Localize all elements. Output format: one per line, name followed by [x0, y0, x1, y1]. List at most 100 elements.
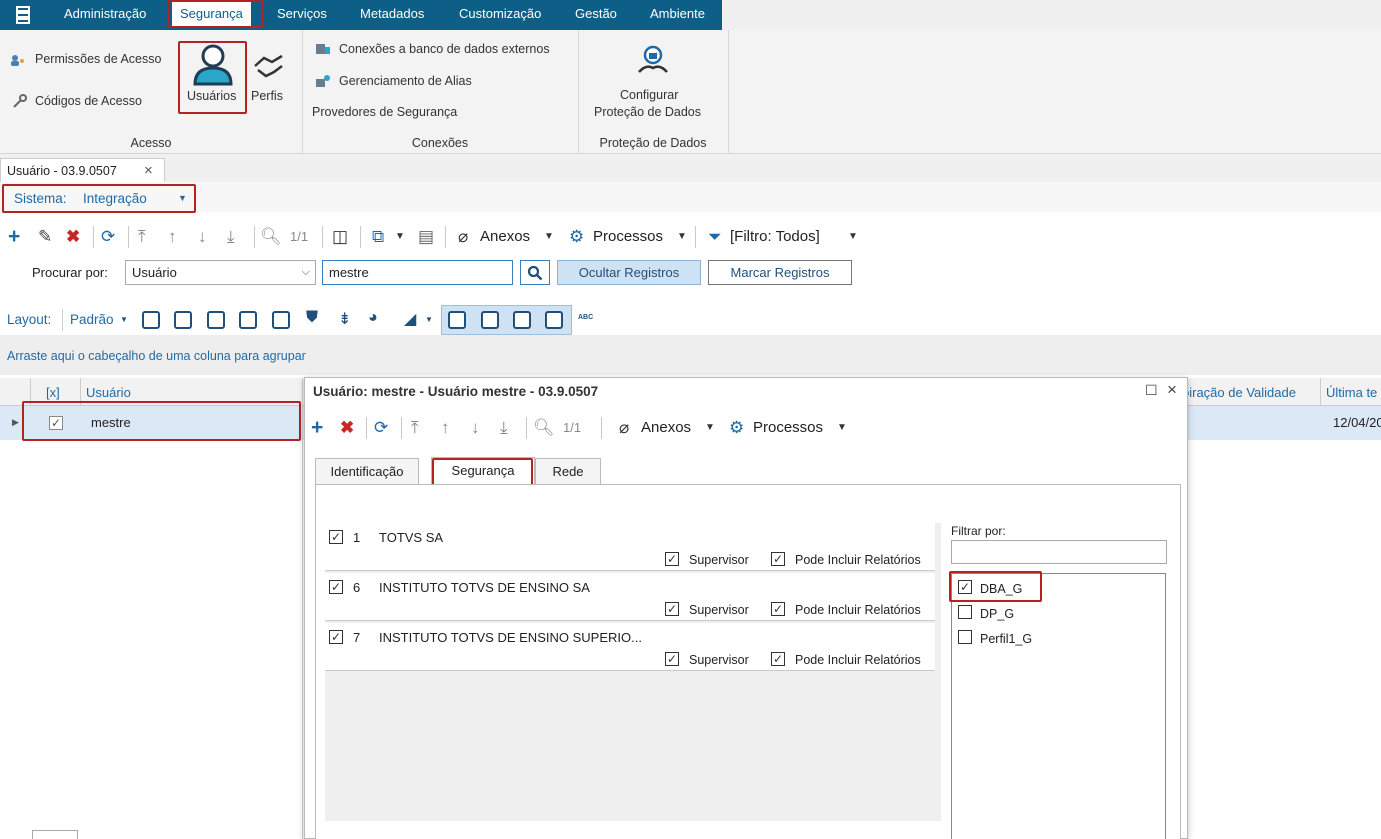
supervisor-checkbox[interactable] [665, 552, 679, 566]
gear-icon[interactable]: ⚙ [569, 223, 584, 251]
perfil-checkbox[interactable] [958, 630, 972, 644]
document-icon[interactable]: ▤ [418, 223, 434, 251]
sistema-dropdown-icon[interactable]: ▼ [178, 193, 187, 203]
menu-servicos[interactable]: Serviços [277, 0, 327, 30]
col-header-expiracao[interactable]: piração de Validade [1182, 385, 1296, 400]
next-record-icon[interactable]: ↓ [198, 223, 207, 251]
ribbon-permissoes[interactable]: Permissões de Acesso [35, 52, 161, 66]
dialog-add-icon[interactable]: + [311, 414, 323, 442]
abc-icon[interactable]: ABC [578, 314, 593, 321]
supervisor-checkbox[interactable] [665, 602, 679, 616]
pager-box[interactable] [32, 830, 78, 839]
dialog-refresh-icon[interactable]: ⟳ [374, 414, 388, 442]
layout-view-bottom-icon[interactable] [448, 311, 466, 329]
menu-metadados[interactable]: Metadados [360, 0, 424, 30]
processos-label[interactable]: Processos [593, 223, 663, 251]
dialog-next-icon[interactable]: ↓ [471, 414, 480, 442]
layout-view-full-icon[interactable] [545, 311, 563, 329]
menu-administracao[interactable]: Administração [64, 0, 146, 30]
anexos-dropdown-icon[interactable]: ▼ [544, 223, 554, 251]
layout-save-icon[interactable] [207, 311, 225, 329]
sistema-value[interactable]: Integração [83, 191, 147, 206]
usuarios-button[interactable]: Usuários [182, 42, 244, 112]
layout-upload-icon[interactable] [239, 311, 257, 329]
dialog-prev-icon[interactable]: ↑ [441, 414, 450, 442]
document-tab-close-icon[interactable]: × [144, 162, 153, 179]
dialog-first-icon[interactable]: ⤒ [411, 414, 419, 442]
supervisor-checkbox[interactable] [665, 652, 679, 666]
document-tab[interactable]: Usuário - 03.9.0507 × [0, 158, 165, 182]
refresh-icon[interactable]: ⟳ [101, 223, 115, 251]
search-field-select[interactable]: Usuário ⌵ [125, 260, 316, 285]
filtro-dropdown-icon[interactable]: ▼ [848, 223, 858, 251]
menu-ambiente[interactable]: Ambiente [650, 0, 705, 30]
dialog-last-icon[interactable]: ⤓ [500, 414, 508, 442]
col-header-usuario[interactable]: Usuário [86, 385, 131, 400]
delete-icon[interactable]: ✖ [66, 223, 80, 251]
ribbon-codigos[interactable]: Códigos de Acesso [35, 94, 142, 108]
layout-view-middle-icon[interactable] [481, 311, 499, 329]
search-input[interactable]: mestre [322, 260, 513, 285]
pode-incluir-checkbox[interactable] [771, 552, 785, 566]
filtro-label[interactable]: [Filtro: Todos] [730, 223, 820, 251]
dialog-gear-icon[interactable]: ⚙ [729, 414, 744, 442]
list-item[interactable]: DBA_G [952, 574, 1165, 600]
layout-add-icon[interactable] [142, 311, 160, 329]
dialog-anexos-dropdown-icon[interactable]: ▼ [705, 414, 715, 442]
search-record-icon[interactable]: 🔍︎ [260, 223, 282, 251]
ribbon-conexoes-externos[interactable]: Conexões a banco de dados externos [339, 42, 550, 56]
maximize-icon[interactable]: ☐ [1145, 382, 1158, 399]
filter-icon[interactable]: ⏷ [708, 223, 722, 251]
layout-pin-icon[interactable]: ⇟ [338, 309, 351, 329]
ribbon-gerenciamento-alias[interactable]: Gerenciamento de Alias [339, 74, 472, 88]
tab-identificacao[interactable]: Identificação [315, 458, 419, 485]
ribbon-provedores[interactable]: Provedores de Segurança [312, 105, 457, 119]
app-menu-icon[interactable] [16, 6, 30, 24]
list-item[interactable]: Perfil1_G [952, 624, 1165, 650]
dialog-processos-dropdown-icon[interactable]: ▼ [837, 414, 847, 442]
tab-rede[interactable]: Rede [535, 458, 601, 485]
menu-customizacao[interactable]: Customização [459, 0, 541, 30]
add-icon[interactable]: + [8, 223, 20, 251]
dialog-attachment-icon[interactable]: ⌀ [619, 414, 629, 442]
perfil-checkbox[interactable] [958, 605, 972, 619]
layout-delete-icon[interactable] [174, 311, 192, 329]
pode-incluir-checkbox[interactable] [771, 602, 785, 616]
marcar-registros-button[interactable]: Marcar Registros [708, 260, 852, 285]
company-checkbox[interactable] [329, 530, 343, 544]
list-item[interactable]: DP_G [952, 599, 1165, 625]
menu-gestao[interactable]: Gestão [575, 0, 617, 30]
layout-view-top-icon[interactable] [513, 311, 531, 329]
attachment-icon[interactable]: ⌀ [458, 223, 468, 251]
menu-seguranca[interactable]: Segurança [172, 2, 251, 27]
export-icon[interactable]: ⧉ [372, 223, 384, 251]
dialog-search-icon[interactable]: 🔍︎ [533, 414, 555, 442]
padrao-dropdown-icon[interactable]: ▼ [120, 315, 128, 324]
tab-seguranca[interactable]: Segurança [431, 457, 535, 486]
configurar-protecao-button[interactable]: Configurar Proteção de Dados [580, 42, 726, 122]
last-record-icon[interactable]: ⤓ [227, 223, 235, 251]
company-checkbox[interactable] [329, 580, 343, 594]
previous-record-icon[interactable]: ↑ [168, 223, 177, 251]
perfis-button[interactable]: Perfis [250, 48, 290, 108]
pode-incluir-checkbox[interactable] [771, 652, 785, 666]
ocultar-registros-button[interactable]: Ocultar Registros [557, 260, 701, 285]
edit-icon[interactable]: ✎ [38, 223, 52, 251]
layout-padrao[interactable]: Padrão [70, 312, 114, 327]
chart-dropdown-icon[interactable]: ▼ [425, 315, 433, 324]
dialog-delete-icon[interactable]: ✖ [340, 414, 354, 442]
layout-chart-icon[interactable]: ◢ [404, 309, 416, 329]
filtrar-input[interactable] [951, 540, 1167, 564]
layout-download-icon[interactable] [272, 311, 290, 329]
company-checkbox[interactable] [329, 630, 343, 644]
close-icon[interactable]: × [1167, 380, 1177, 400]
columns-icon[interactable]: ◫ [332, 223, 348, 251]
first-record-icon[interactable]: ⤒ [138, 223, 146, 251]
perfil-checkbox[interactable] [958, 580, 972, 594]
layout-paint-icon[interactable]: ⛊ [306, 309, 318, 327]
col-header-ultima[interactable]: Última te [1326, 385, 1377, 400]
dialog-anexos-label[interactable]: Anexos [641, 414, 691, 442]
processos-dropdown-icon[interactable]: ▼ [677, 223, 687, 251]
dialog-processos-label[interactable]: Processos [753, 414, 823, 442]
export-dropdown-icon[interactable]: ▼ [395, 223, 405, 251]
